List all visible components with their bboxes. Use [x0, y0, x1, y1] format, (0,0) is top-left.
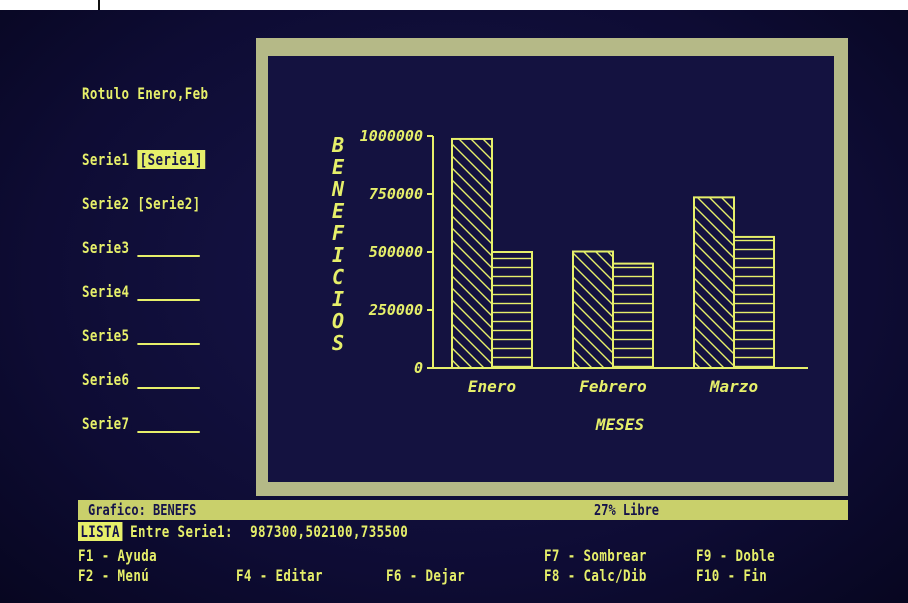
serie5-label: Serie5 [82, 326, 130, 345]
y-tick-label: 500000 [369, 243, 423, 261]
input-prompt: Entre Serie1: [130, 522, 233, 541]
serie6-label: Serie6 [82, 370, 130, 389]
chart-frame: BENEFICIOS 1000000 750000 500000 250000 0 En… [256, 38, 848, 496]
serie1-label: Serie1 [82, 150, 130, 169]
y-axis-title-letter: I [332, 243, 344, 267]
fkey-f4[interactable]: F4 - Editar [236, 566, 323, 585]
serie5-row[interactable]: Serie5 [82, 326, 200, 345]
bar-serie1-febrero [572, 250, 614, 369]
y-axis-title-letter: E [332, 199, 345, 223]
y-axis-title-letter: B [331, 133, 344, 157]
fkey-f10[interactable]: F10 - Fin [696, 566, 767, 585]
serie6-field[interactable] [137, 375, 200, 389]
fkey-f9-label: Doble [735, 546, 776, 565]
y-axis-title-letter: C [332, 265, 344, 289]
y-axis-title-letter: F [332, 221, 345, 245]
x-category-label: Enero [468, 377, 516, 396]
x-category-label: Febrero [579, 377, 646, 396]
chart-area: BENEFICIOS 1000000 750000 500000 250000 0 En… [268, 56, 834, 482]
y-axis-title-letter: E [332, 155, 345, 179]
y-tick-label: 250000 [368, 301, 423, 319]
serie2-value[interactable]: [Serie2] [137, 194, 200, 213]
crt-screen: Rotulo Enero,Feb Serie1 [Serie1] Serie2 … [0, 10, 908, 603]
bar-serie2-marzo [733, 235, 775, 369]
serie4-field[interactable] [137, 287, 200, 301]
fkey-f8[interactable]: F8 - Calc/Dib [544, 566, 647, 585]
serie5-field[interactable] [137, 331, 200, 345]
bars [451, 137, 775, 370]
fkey-f9-key: F9 [696, 546, 712, 565]
rotulo-label: Rotulo Enero,Feb [82, 84, 209, 103]
x-category-label: Marzo [709, 377, 758, 396]
x-axis-title: MESES [595, 415, 645, 434]
fkey-f7-key: F7 [544, 546, 560, 565]
fkey-f1-key: F1 [78, 546, 94, 565]
graph-name-label: Grafico: BENEFS [88, 501, 197, 519]
fkey-f2-key: F2 [78, 566, 94, 585]
y-axis-title-letter: S [332, 331, 344, 355]
fkey-f1[interactable]: F1 - Ayuda [78, 546, 157, 565]
fkey-f6-label: Dejar [425, 566, 466, 585]
y-tick-label: 750000 [369, 185, 423, 203]
y-axis-title-letter: I [332, 287, 344, 311]
y-axis-title-letter: O [332, 309, 344, 333]
bar-serie2-febrero [612, 262, 654, 370]
x-axis-categories: Enero Febrero Marzo [468, 377, 758, 396]
serie1-value[interactable]: [Serie1] [137, 150, 206, 169]
free-memory-label: 27% Libre [594, 501, 660, 519]
fkey-f8-label: Calc/Dib [583, 566, 647, 585]
serie4-label: Serie4 [82, 282, 130, 301]
serie1-row[interactable]: Serie1 [Serie1] [82, 150, 206, 169]
serie3-field[interactable] [137, 243, 200, 257]
bar-serie2-enero [491, 251, 533, 369]
fkey-f4-label: Editar [275, 566, 323, 585]
serie7-row[interactable]: Serie7 [82, 414, 200, 433]
bar-serie1-marzo [693, 196, 735, 369]
serie4-row[interactable]: Serie4 [82, 282, 200, 301]
fkey-f2[interactable]: F2 - Menú [78, 566, 149, 585]
input-value[interactable]: 987300,502100,735500 [250, 522, 408, 541]
y-axis-title: BENEFICIOS [331, 133, 345, 355]
fkey-f4-key: F4 [236, 566, 252, 585]
serie7-field[interactable] [137, 419, 200, 433]
fkey-f9[interactable]: F9 - Doble [696, 546, 775, 565]
fkey-f6[interactable]: F6 - Dejar [386, 566, 465, 585]
serie2-row[interactable]: Serie2 [Serie2] [82, 194, 201, 213]
bar-chart: BENEFICIOS 10000007500005000002500000 En… [331, 127, 808, 434]
fkey-f10-label: Fin [743, 566, 768, 585]
bar-serie1-enero [451, 137, 493, 370]
fkey-f8-key: F8 [544, 566, 560, 585]
y-tick-label: 0 [414, 359, 423, 377]
y-axis-ticks: 1000000 750000 500000 250000 0 [360, 127, 433, 377]
serie3-label: Serie3 [82, 238, 130, 257]
fkey-f6-key: F6 [386, 566, 402, 585]
fkey-f7-label: Sombrear [583, 546, 647, 565]
fkey-f10-key: F10 [696, 566, 720, 585]
serie3-row[interactable]: Serie3 [82, 238, 200, 257]
fkey-f1-label: Ayuda [117, 546, 158, 565]
fkey-f7[interactable]: F7 - Sombrear [544, 546, 647, 565]
serie2-label: Serie2 [82, 194, 130, 213]
status-bar: Grafico: BENEFS 27% Libre [78, 500, 848, 520]
serie7-label: Serie7 [82, 414, 130, 433]
fkey-f2-label: Menú [117, 566, 150, 585]
serie6-row[interactable]: Serie6 [82, 370, 200, 389]
input-line[interactable]: LISTA Entre Serie1: 987300,502100,735500 [78, 522, 408, 541]
y-axis-title-letter: N [331, 177, 345, 201]
y-tick-label: 1000000 [360, 127, 423, 145]
mode-indicator: LISTA [78, 522, 123, 541]
